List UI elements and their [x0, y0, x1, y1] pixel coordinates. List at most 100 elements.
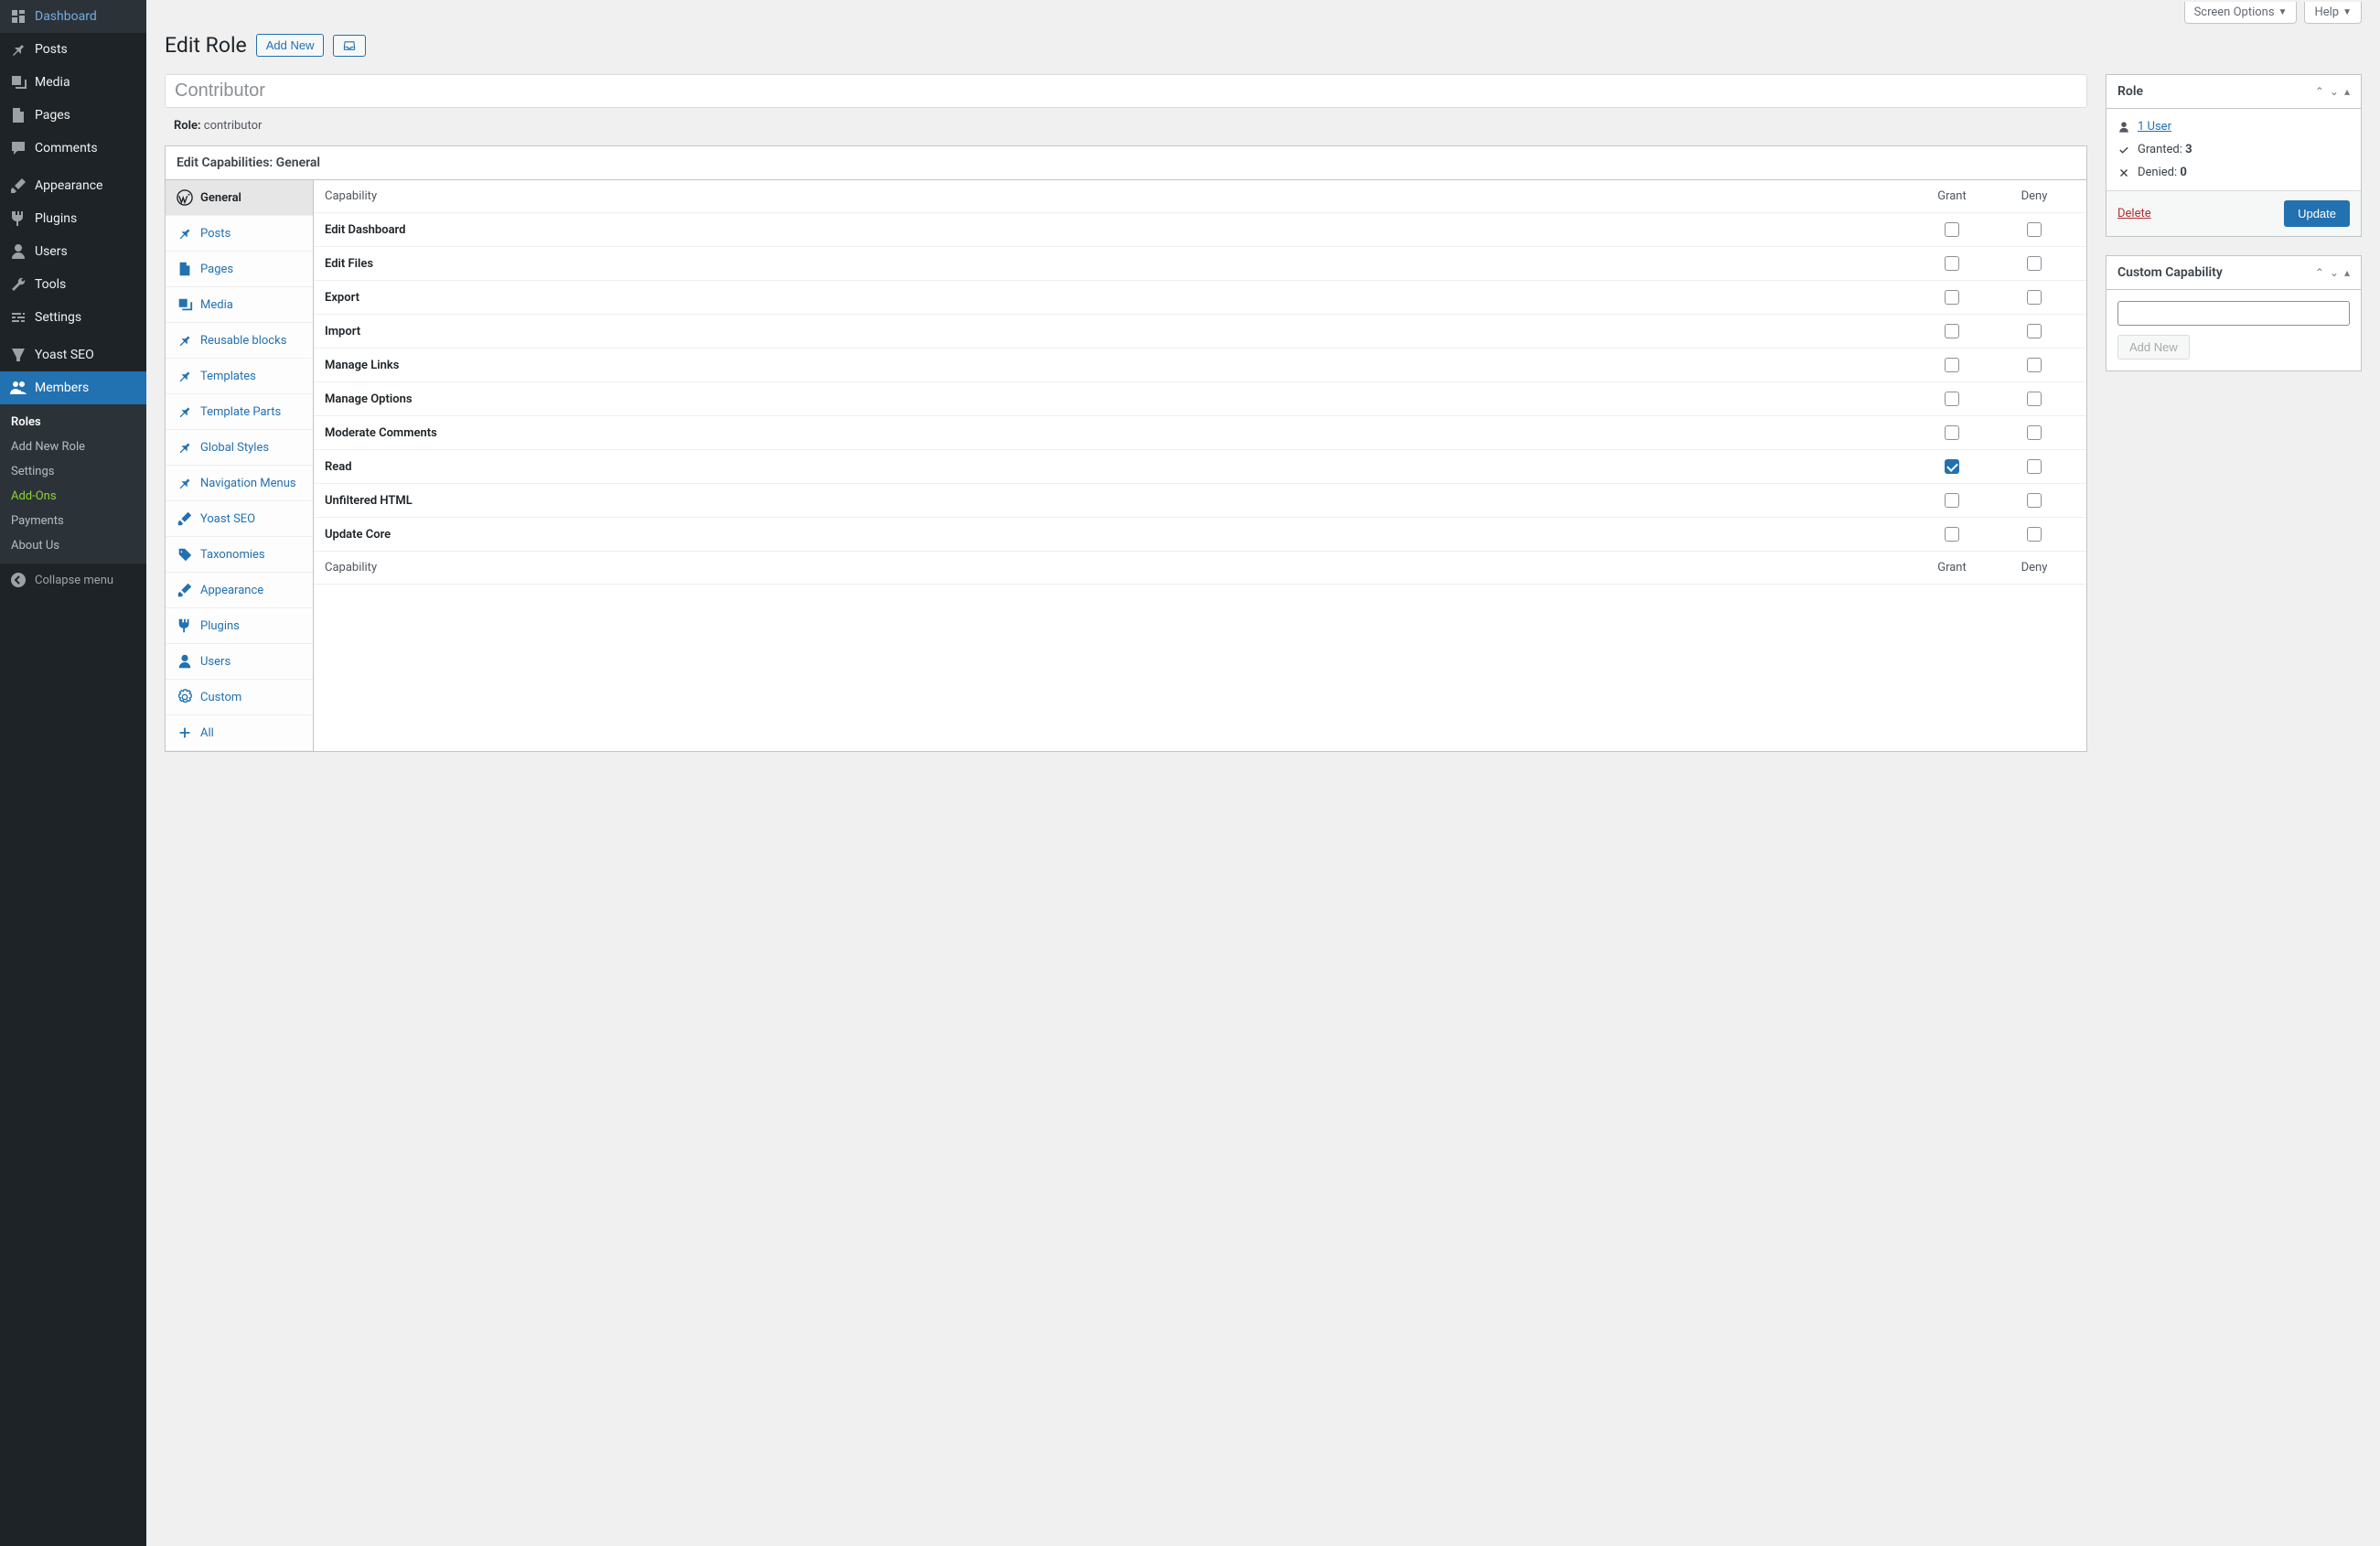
add-capability-button[interactable]: Add New — [2117, 335, 2190, 360]
sidebar-item-dashboard[interactable]: Dashboard — [0, 0, 146, 33]
dashboard-icon — [9, 7, 27, 26]
submenu-item-add-new-role[interactable]: Add New Role — [0, 435, 146, 459]
cap-tab-navigation-menus[interactable]: Navigation Menus — [166, 466, 313, 501]
cap-tab-yoast-seo[interactable]: Yoast SEO — [166, 501, 313, 537]
grant-checkbox[interactable] — [1945, 392, 1959, 406]
sidebar-item-plugins[interactable]: Plugins — [0, 202, 146, 235]
deny-checkbox[interactable] — [2027, 358, 2042, 372]
cap-tab-posts[interactable]: Posts — [166, 216, 313, 252]
sidebar-item-users[interactable]: Users — [0, 235, 146, 268]
cap-label: Manage Options — [325, 392, 1911, 406]
user-icon — [177, 653, 193, 670]
capability-table: CapabilityGrantDenyEdit Dashboard Edit F… — [314, 180, 2086, 751]
custom-capability-title: Custom Capability — [2117, 265, 2223, 280]
sidebar-item-posts[interactable]: Posts — [0, 33, 146, 66]
deny-checkbox[interactable] — [2027, 324, 2042, 338]
move-up-icon[interactable]: ⌃ — [2315, 266, 2324, 279]
cap-tab-pages[interactable]: Pages — [166, 252, 313, 287]
toggle-icon[interactable]: ▴ — [2344, 266, 2350, 279]
sidebar-item-members[interactable]: Members — [0, 371, 146, 404]
sidebar-item-yoast-seo[interactable]: Yoast SEO — [0, 338, 146, 371]
sidebar-item-appearance[interactable]: Appearance — [0, 169, 146, 202]
grant-checkbox[interactable] — [1945, 324, 1959, 338]
deny-checkbox[interactable] — [2027, 392, 2042, 406]
cap-row: Import — [314, 315, 2086, 349]
submenu-item-roles[interactable]: Roles — [0, 410, 146, 435]
sidebar-item-tools[interactable]: Tools — [0, 268, 146, 301]
deny-checkbox[interactable] — [2027, 493, 2042, 508]
cap-tab-media[interactable]: Media — [166, 287, 313, 323]
submenu-item-payments[interactable]: Payments — [0, 509, 146, 533]
cap-label: Edit Dashboard — [325, 223, 1911, 237]
plug-icon — [9, 209, 27, 228]
add-new-role-button[interactable]: Add New — [256, 34, 325, 57]
grant-checkbox[interactable] — [1945, 527, 1959, 542]
custom-capability-input[interactable] — [2117, 301, 2350, 326]
cap-tab-taxonomies[interactable]: Taxonomies — [166, 537, 313, 573]
pin-icon — [177, 403, 193, 420]
members-submenu: RolesAdd New RoleSettingsAdd-OnsPayments… — [0, 404, 146, 564]
help-tab[interactable]: Help▼ — [2304, 2, 2362, 24]
sidebar-item-comments[interactable]: Comments — [0, 132, 146, 165]
cap-row: Read — [314, 450, 2086, 484]
cap-row: Manage Options — [314, 382, 2086, 416]
collapse-label: Collapse menu — [35, 574, 113, 587]
move-down-icon[interactable]: ⌄ — [2330, 85, 2339, 98]
grant-checkbox[interactable] — [1945, 256, 1959, 271]
cap-tab-general[interactable]: General — [166, 180, 313, 216]
grant-checkbox[interactable] — [1945, 493, 1959, 508]
main-content: Screen Options▼ Help▼ Edit Role Add New … — [146, 0, 2380, 1546]
cap-tab-global-styles[interactable]: Global Styles — [166, 430, 313, 466]
cap-tab-reusable-blocks[interactable]: Reusable blocks — [166, 323, 313, 359]
grant-checkbox[interactable] — [1945, 290, 1959, 305]
cap-tab-custom[interactable]: Custom — [166, 680, 313, 715]
toggle-icon[interactable]: ▴ — [2344, 85, 2350, 98]
deny-checkbox[interactable] — [2027, 459, 2042, 474]
submenu-item-add-ons[interactable]: Add-Ons — [0, 484, 146, 509]
deny-checkbox[interactable] — [2027, 527, 2042, 542]
move-up-icon[interactable]: ⌃ — [2315, 85, 2324, 98]
deny-checkbox[interactable] — [2027, 256, 2042, 271]
cap-tab-users[interactable]: Users — [166, 644, 313, 680]
grant-checkbox[interactable] — [1945, 425, 1959, 440]
sidebar-item-media[interactable]: Media — [0, 66, 146, 99]
grant-checkbox[interactable] — [1945, 222, 1959, 237]
admin-sidebar: DashboardPostsMediaPagesComments Appearan… — [0, 0, 146, 1546]
cap-tab-plugins[interactable]: Plugins — [166, 608, 313, 644]
tag-icon — [177, 546, 193, 563]
brush-icon — [9, 177, 27, 195]
grant-checkbox[interactable] — [1945, 358, 1959, 372]
update-role-button[interactable]: Update — [2284, 200, 2350, 227]
deny-checkbox[interactable] — [2027, 290, 2042, 305]
deny-checkbox[interactable] — [2027, 222, 2042, 237]
submenu-item-settings[interactable]: Settings — [0, 459, 146, 484]
grant-checkbox[interactable] — [1945, 459, 1959, 474]
sidebar-item-settings[interactable]: Settings — [0, 301, 146, 334]
role-postbox: Role ⌃ ⌄ ▴ 1 User Granted: 3 — [2106, 74, 2362, 237]
cap-label: Moderate Comments — [325, 426, 1911, 440]
collapse-menu[interactable]: Collapse menu — [0, 564, 146, 596]
cap-row: Moderate Comments — [314, 416, 2086, 450]
cap-table-header: CapabilityGrantDeny — [314, 180, 2086, 213]
media-icon — [177, 296, 193, 313]
page-title: Edit Role — [165, 33, 247, 58]
move-down-icon[interactable]: ⌄ — [2330, 266, 2339, 279]
deny-checkbox[interactable] — [2027, 425, 2042, 440]
cap-tab-templates[interactable]: Templates — [166, 359, 313, 394]
sidebar-item-pages[interactable]: Pages — [0, 99, 146, 132]
cap-row: Export — [314, 281, 2086, 315]
role-name-input[interactable] — [165, 74, 2087, 108]
cap-tab-all[interactable]: All — [166, 715, 313, 751]
brush-icon — [177, 582, 193, 598]
cap-tab-template-parts[interactable]: Template Parts — [166, 394, 313, 430]
capabilities-title: Edit Capabilities: General — [166, 146, 2086, 180]
submenu-item-about-us[interactable]: About Us — [0, 533, 146, 558]
pin-icon — [177, 332, 193, 349]
inbox-button[interactable] — [333, 35, 366, 57]
wrench-icon — [9, 275, 27, 294]
cap-tab-appearance[interactable]: Appearance — [166, 573, 313, 608]
inbox-icon — [341, 39, 358, 52]
delete-role-link[interactable]: Delete — [2117, 207, 2151, 220]
users-link[interactable]: 1 User — [2138, 120, 2171, 134]
screen-options-tab[interactable]: Screen Options▼ — [2184, 2, 2298, 24]
